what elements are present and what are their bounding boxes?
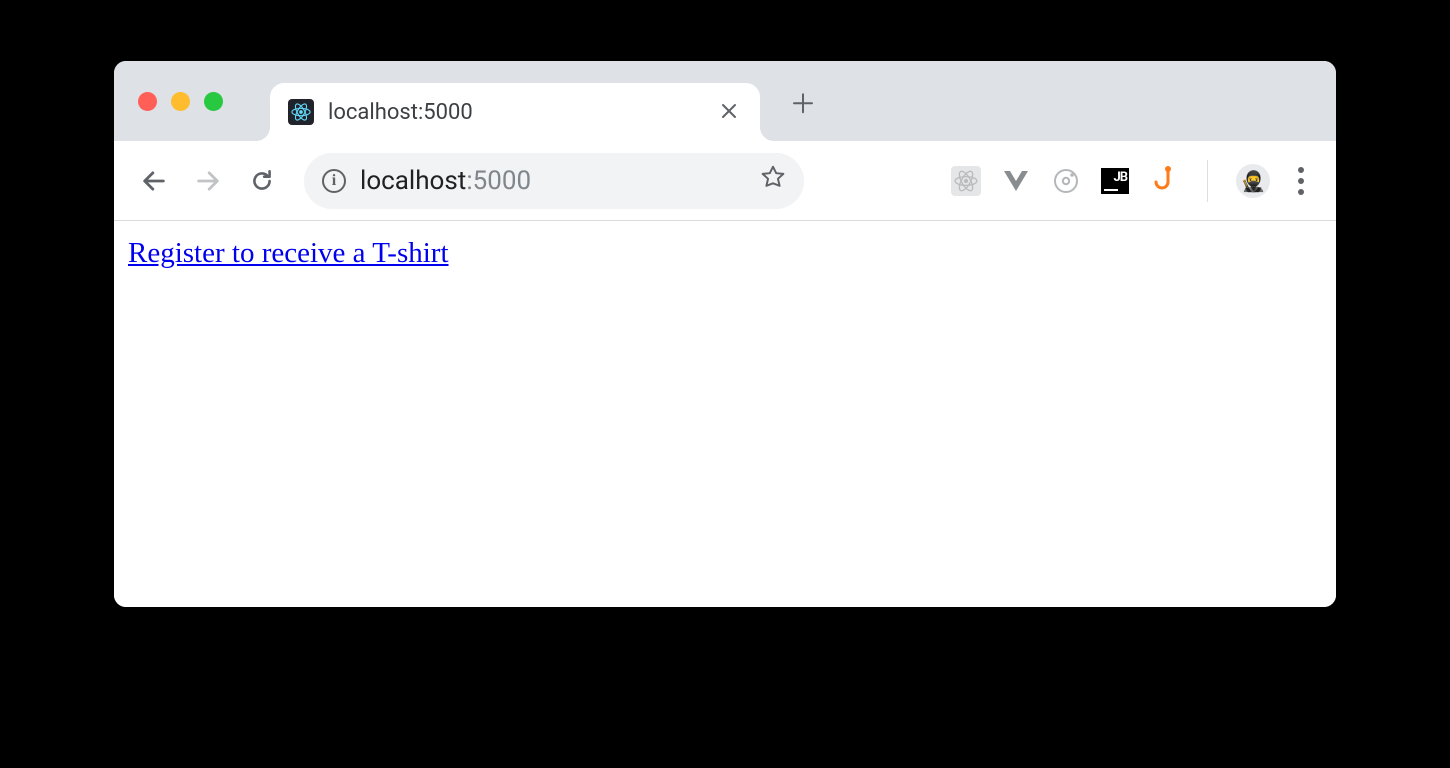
extensions-area: JB 🥷 (951, 159, 1318, 203)
toolbar: i localhost:5000 (114, 141, 1336, 221)
url-text: localhost:5000 (360, 166, 746, 196)
window-maximize-button[interactable] (204, 92, 223, 111)
register-link[interactable]: Register to receive a T-shirt (128, 237, 449, 269)
window-close-button[interactable] (138, 92, 157, 111)
browser-tab[interactable]: localhost:5000 (270, 83, 760, 141)
tab-strip: localhost:5000 (114, 61, 1336, 141)
extension-jetbrains-icon[interactable]: JB (1101, 168, 1129, 194)
new-tab-button[interactable] (780, 84, 826, 126)
info-glyph: i (332, 172, 336, 190)
url-host: localhost (360, 166, 466, 196)
tab-close-button[interactable] (716, 96, 742, 128)
browser-menu-button[interactable] (1290, 159, 1312, 203)
window-controls (114, 92, 223, 111)
site-info-icon[interactable]: i (322, 169, 346, 193)
page-viewport: Register to receive a T-shirt (114, 221, 1336, 607)
extension-hook-icon[interactable] (1149, 166, 1179, 196)
bookmark-star-icon[interactable] (760, 164, 786, 197)
browser-window: localhost:5000 i localhost:5000 (114, 61, 1336, 607)
tab-title: localhost:5000 (328, 100, 702, 125)
extension-react-devtools-icon[interactable] (951, 166, 981, 196)
jb-label: JB (1113, 170, 1127, 185)
extension-vue-devtools-icon[interactable] (1001, 166, 1031, 196)
extension-circle-icon[interactable] (1051, 166, 1081, 196)
profile-avatar[interactable]: 🥷 (1236, 164, 1270, 198)
toolbar-divider (1207, 160, 1208, 202)
reload-button[interactable] (240, 159, 284, 203)
window-minimize-button[interactable] (171, 92, 190, 111)
address-bar[interactable]: i localhost:5000 (304, 153, 804, 209)
forward-button[interactable] (186, 159, 230, 203)
back-button[interactable] (132, 159, 176, 203)
react-favicon-icon (288, 99, 314, 125)
avatar-glyph: 🥷 (1241, 169, 1266, 193)
url-port: :5000 (466, 166, 531, 196)
